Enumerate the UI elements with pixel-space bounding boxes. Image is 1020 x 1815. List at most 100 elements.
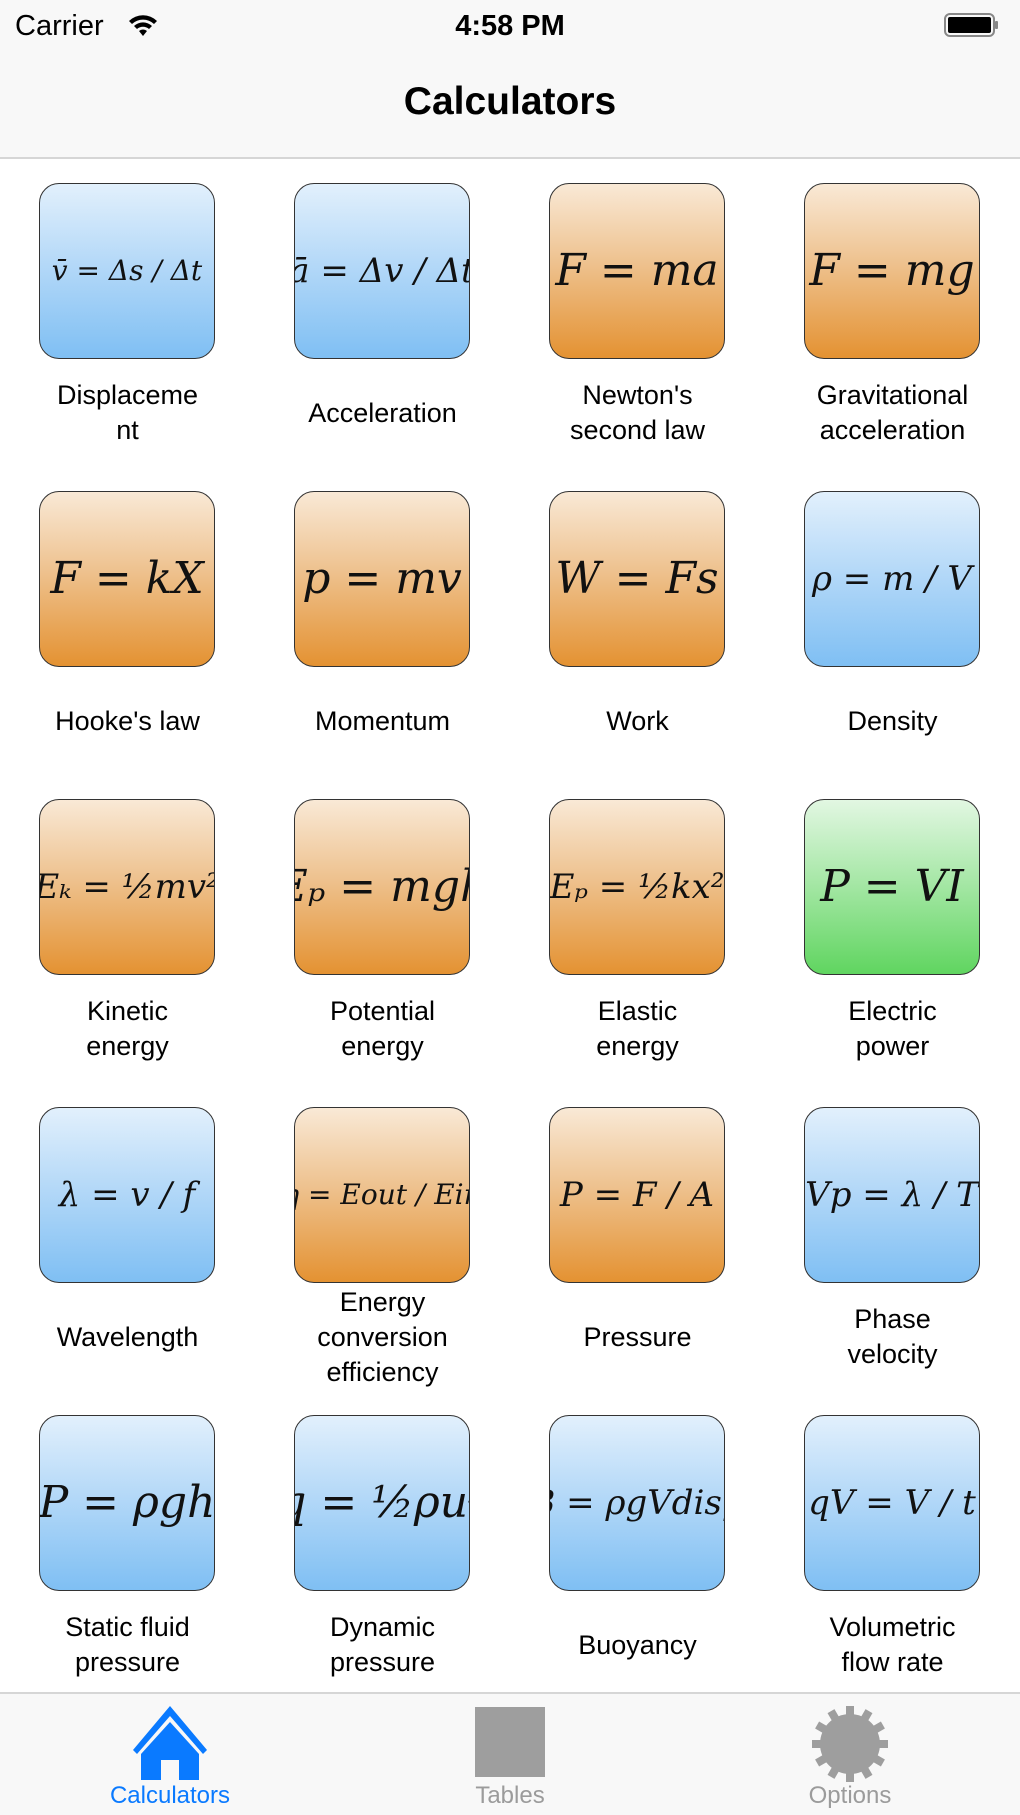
table-icon [475,1707,545,1777]
formula-tile[interactable]: p = mv [294,491,470,667]
calculator-label: Buoyancy [578,1629,697,1660]
calculator-item[interactable]: P = F / A Pressure [510,1083,765,1391]
tab-label: Tables [475,1782,545,1809]
formula-text: F = ma [555,245,719,296]
calculator-label: Acceleration [308,397,457,428]
home-icon [133,1706,207,1780]
formula-text: ā = Δv / Δt [294,251,470,291]
gear-tooth [846,1770,854,1782]
formula-text: Eₖ = ½mv² [39,867,215,907]
calculator-grid: v̄ = Δs / Δt Displaceme nt ā = Δv / Δt Acce… [0,159,1020,1692]
formula-tile[interactable]: Eₚ = ½kx² [549,799,725,975]
formula-text: W = Fs [555,553,719,604]
tab-calculators[interactable]: Calculators [0,1694,340,1815]
formula-tile[interactable]: P = VI [804,799,980,975]
formula-tile[interactable]: qV = V / t [804,1415,980,1591]
formula-tile[interactable]: η = Eout / Ein [294,1107,470,1283]
calculator-label: Pressure [583,1321,692,1352]
formula-tile[interactable]: F = kX [39,491,215,667]
formula-text: B = ρgVdisp [550,1483,724,1523]
calculator-item[interactable]: qV = V / t Volumetric flow rate [765,1391,1020,1692]
calculator-item[interactable]: W = Fs Work [510,467,765,775]
calculator-label: Potential energy [329,996,436,1061]
calculator-item[interactable]: p = mv Momentum [255,467,510,775]
calculator-label: Density [847,705,938,736]
clock: 4:58 PM [455,10,565,42]
calculator-item[interactable]: P = ρgh Static fluid pressure [0,1391,255,1692]
gear-tooth [812,1740,824,1748]
formula-text: v̄ = Δs / Δt [51,254,203,287]
formula-text: Vp = λ / T [805,1175,979,1215]
calculator-label: Kinetic energy [86,996,169,1061]
formula-text: Eₚ = ½kx² [549,867,725,907]
calculator-item[interactable]: ā = Δv / Δt Acceleration [255,159,510,467]
calculator-item[interactable]: P = VI Electric power [765,775,1020,1083]
formula-text: p = mv [302,553,462,604]
calculator-label: Volumetric flow rate [829,1612,956,1677]
calculator-label: Momentum [314,705,451,736]
formula-tile[interactable]: W = Fs [549,491,725,667]
calculator-label: Energy conversion efficiency [317,1286,448,1387]
formula-tile[interactable]: Eₚ = mgh [294,799,470,975]
calculator-item[interactable]: F = mg Gravitational acceleration [765,159,1020,467]
calculator-item[interactable]: Eₚ = mgh Potential energy [255,775,510,1083]
formula-text: η = Eout / Ein [295,1178,469,1211]
calculator-label: Work [606,705,669,736]
calculator-item[interactable]: B = ρgVdisp Buoyancy [510,1391,765,1692]
formula-tile[interactable]: Eₖ = ½mv² [39,799,215,975]
calculator-item[interactable]: Vp = λ / T Phase velocity [765,1083,1020,1391]
formula-text: λ = v / f [58,1175,196,1215]
formula-text: Eₚ = mgh [295,861,469,912]
gear-icon [812,1706,888,1782]
formula-text: qV = V / t [808,1483,976,1523]
formula-tile[interactable]: λ = v / f [39,1107,215,1283]
formula-tile[interactable]: ā = Δv / Δt [294,183,470,359]
formula-tile[interactable]: q = ½ρu² [294,1415,470,1591]
formula-text: q = ½ρu² [295,1477,469,1528]
calculator-item[interactable]: ρ = m / V Density [765,467,1020,775]
calculator-item[interactable]: λ = v / f Wavelength [0,1083,255,1391]
formula-tile[interactable]: ρ = m / V [804,491,980,667]
calculator-label: Hooke's law [55,705,200,736]
formula-text: P = ρgh [39,1477,215,1528]
formula-tile[interactable]: P = F / A [549,1107,725,1283]
formula-tile[interactable]: P = ρgh [39,1415,215,1591]
calculator-item[interactable]: Eₚ = ½kx² Elastic energy [510,775,765,1083]
formula-tile[interactable]: Vp = λ / T [804,1107,980,1283]
formula-text: P = F / A [559,1175,715,1215]
calculator-label: Displaceme nt [56,380,199,445]
formula-text: P = VI [820,861,964,912]
tab-options[interactable]: Options [680,1694,1020,1815]
tab-label: Options [808,1782,892,1809]
formula-tile[interactable]: F = mg [804,183,980,359]
tab-tables[interactable]: Tables [340,1694,680,1815]
tab-label: Calculators [109,1782,231,1809]
calculator-label: Wavelength [56,1321,199,1352]
status-bar: Carrier 4:58 PM [0,0,1020,52]
calculator-label: Newton's second law [569,380,706,445]
gear-tooth [876,1740,888,1748]
calculator-item[interactable]: v̄ = Δs / Δt Displaceme nt [0,159,255,467]
calculator-label: Dynamic pressure [329,1612,436,1677]
formula-text: F = mg [809,245,975,296]
gear-tooth [846,1706,854,1718]
navigation-bar: Calculators [0,52,1020,159]
calculator-label: Electric power [848,996,937,1061]
calculator-item[interactable]: F = kX Hooke's law [0,467,255,775]
formula-text: ρ = m / V [812,559,972,599]
formula-tile[interactable]: B = ρgVdisp [549,1415,725,1591]
calculator-item[interactable]: Eₖ = ½mv² Kinetic energy [0,775,255,1083]
formula-text: F = kX [50,553,204,604]
calculator-item[interactable]: η = Eout / Ein Energy conversion efficien… [255,1083,510,1391]
page-title: Calculators [403,80,617,123]
tab-bar: Calculators Tables Options [0,1692,1020,1815]
formula-tile[interactable]: v̄ = Δs / Δt [39,183,215,359]
calculator-label: Static fluid pressure [65,1612,190,1677]
calculator-item[interactable]: q = ½ρu² Dynamic pressure [255,1391,510,1692]
calculator-label: Phase velocity [847,1304,938,1369]
battery-icon [944,13,998,37]
calculator-item[interactable]: F = ma Newton's second law [510,159,765,467]
calculator-label: Gravitational acceleration [816,380,969,445]
formula-tile[interactable]: F = ma [549,183,725,359]
calculator-label: Elastic energy [596,996,679,1061]
